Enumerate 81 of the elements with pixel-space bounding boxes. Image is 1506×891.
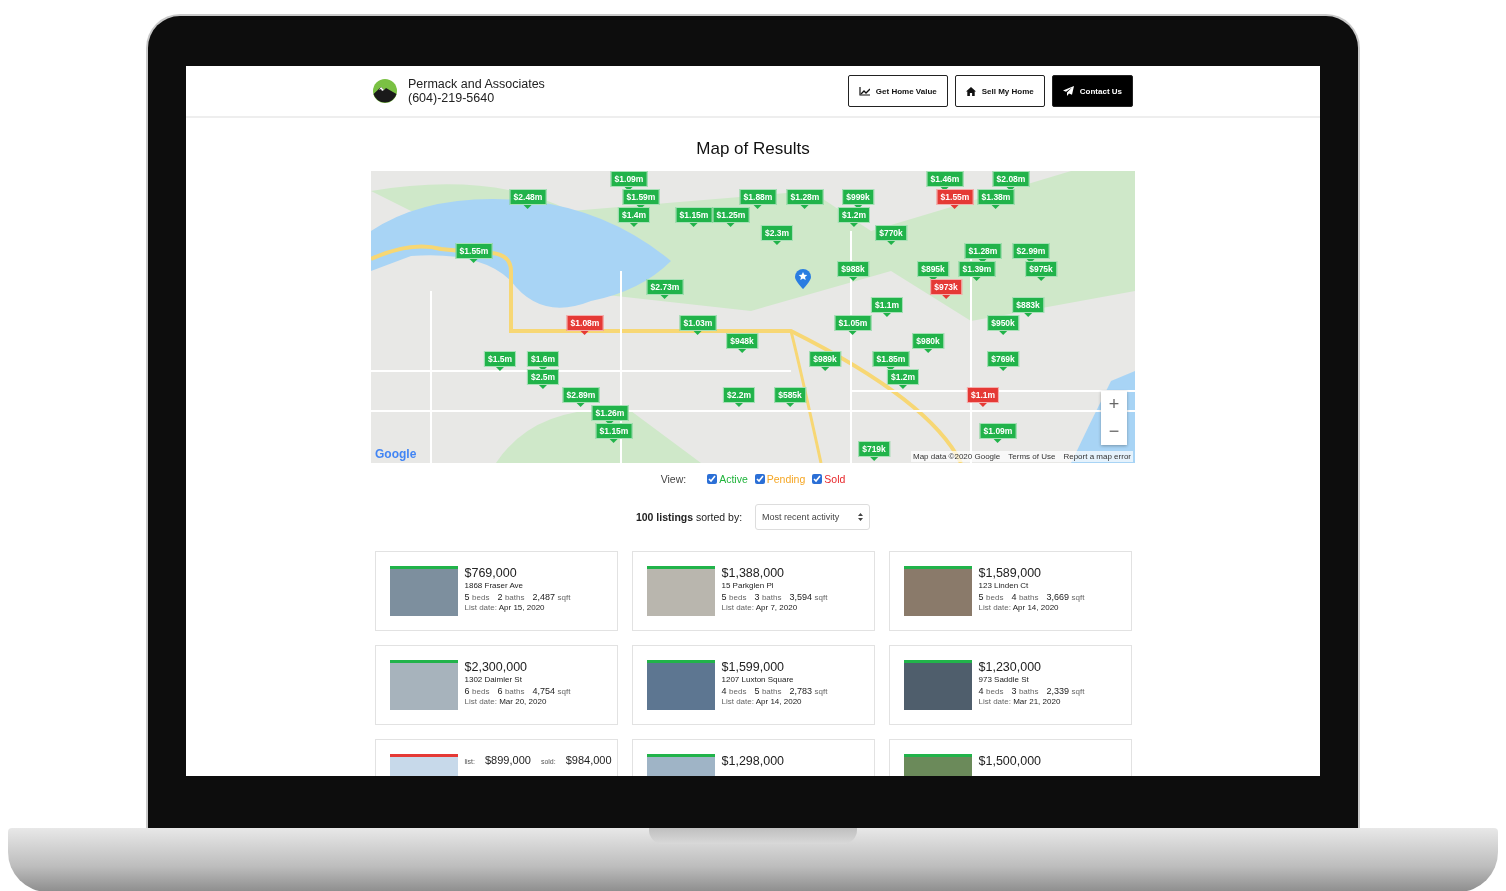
listing-price: $899,000	[485, 754, 531, 766]
listing-stat: 5 beds	[464, 592, 490, 602]
listing-price: $1,230,000	[978, 660, 1043, 674]
listing-card[interactable]: $1,589,000 123 Linden Ct 5 beds 4 baths 3,669 sqft List date: Apr 14, 2020	[888, 551, 1132, 631]
list-date: List date: Apr 14, 2020	[978, 603, 1060, 612]
list-date: List date: Mar 21, 2020	[978, 697, 1062, 706]
sort-label: 100 listings sorted by:	[635, 511, 743, 523]
sort-dropdown[interactable]: Most recent activity	[755, 504, 871, 530]
listing-price: $1,298,000	[721, 754, 785, 768]
listing-stat: 3 baths	[754, 592, 782, 602]
location-marker-icon	[795, 269, 811, 289]
map-link[interactable]: Report a map error	[1063, 452, 1131, 461]
home-icon	[965, 86, 976, 96]
list-date: List date: Apr 14, 2020	[721, 697, 803, 706]
listing-stat: 4 baths	[1011, 592, 1039, 602]
listing-card[interactable]: $1,230,000 973 Saddle St 4 beds 3 baths 2,339 sqft List date: Mar 21, 2020	[888, 645, 1132, 725]
filter-label: Pending	[766, 473, 806, 485]
listing-stat: 3,669 sqft	[1046, 592, 1085, 602]
listing-stat: 2,339 sqft	[1046, 686, 1085, 696]
photo-placeholder	[389, 566, 458, 616]
phone-number: (604)-219-5640	[408, 91, 496, 105]
listing-card[interactable]: $1,500,000	[888, 739, 1132, 776]
listing-stat: 4 beds	[721, 686, 747, 696]
listing-stat: 4 beds	[978, 686, 1004, 696]
listing-address: 973 Saddle St	[978, 675, 1030, 684]
listing-address: 1868 Fraser Ave	[464, 581, 525, 590]
filter-label: Active	[719, 473, 748, 485]
listing-address: 123 Linden Ct	[978, 581, 1030, 590]
listing-card[interactable]: $1,388,000 15 Parkglen Pl 5 beds 3 baths 3,594 sqft List date: Apr 7, 2020	[631, 551, 875, 631]
photo-placeholder	[903, 566, 972, 616]
list-date: List date: Mar 20, 2020	[464, 697, 548, 706]
photo-placeholder	[903, 660, 972, 710]
listing-card[interactable]: $1,298,000	[631, 739, 875, 776]
page-title: Map of Results	[695, 139, 811, 159]
listing-price: $769,000	[464, 566, 518, 580]
mountain-logo-icon	[373, 79, 397, 103]
listing-stat: 2 baths	[497, 592, 525, 602]
listing-stat: 4,754 sqft	[532, 686, 571, 696]
listing-stat: 2,783 sqft	[789, 686, 828, 696]
listing-price: $1,589,000	[978, 566, 1043, 580]
sort-caret-icon	[858, 513, 864, 521]
listing-card[interactable]: $769,000 1868 Fraser Ave 5 beds 2 baths 2,487 sqft List date: Apr 15, 2020	[374, 551, 618, 631]
listing-price: $1,500,000	[978, 754, 1042, 768]
listing-stat: 6 beds	[464, 686, 490, 696]
listing-price: $2,300,000	[464, 660, 529, 674]
filter-checkbox[interactable]	[707, 474, 718, 484]
nav-button[interactable]: Get Home Value	[847, 75, 948, 107]
listing-address: 1302 Daimler St	[464, 675, 523, 684]
listing-stat: 3 baths	[1011, 686, 1039, 696]
nav-button[interactable]: Sell My Home	[954, 75, 1045, 107]
nav-button[interactable]: Contact Us	[1051, 75, 1133, 107]
photo-placeholder	[646, 660, 715, 710]
filter-checkbox[interactable]	[812, 474, 823, 484]
list-date: List date: Apr 7, 2020	[721, 603, 799, 612]
listing-stat: 3,594 sqft	[789, 592, 828, 602]
filter-checkbox[interactable]	[754, 474, 765, 484]
listing-address: 1207 Luxton Square	[721, 675, 795, 684]
listing-address: 15 Parkglen Pl	[721, 581, 775, 590]
listing-price: $1,599,000	[721, 660, 786, 674]
chart-icon	[858, 86, 870, 96]
brand-name: Permack and Associates	[408, 77, 545, 91]
map-link[interactable]: Terms of Use	[1008, 452, 1056, 461]
photo-placeholder	[389, 660, 458, 710]
zoom-button[interactable]: −	[1101, 418, 1127, 445]
list-date: List date: Apr 15, 2020	[464, 603, 546, 612]
listing-price: $1,388,000	[721, 566, 786, 580]
listing-card[interactable]: $1,599,000 1207 Luxton Square 4 beds 5 baths 2,783 sqft List date: Apr 14, 2020	[631, 645, 875, 725]
map-logo: Google	[375, 447, 417, 461]
filter-label: Sold	[824, 473, 846, 485]
map-attribution: Map data ©2020 Google	[913, 452, 1001, 461]
listing-stat: 5 beds	[978, 592, 1004, 602]
listing-stat: 5 baths	[754, 686, 782, 696]
listing-stat: 5 beds	[721, 592, 747, 602]
paper-plane-icon	[1062, 86, 1074, 96]
view-label: View:	[660, 473, 687, 485]
listing-price: $984,000	[565, 754, 612, 766]
listing-stat: 6 baths	[497, 686, 525, 696]
photo-placeholder	[646, 566, 715, 616]
zoom-button[interactable]: +	[1101, 391, 1127, 418]
listing-stat: 2,487 sqft	[532, 592, 571, 602]
listing-card[interactable]: $2,300,000 1302 Daimler St 6 beds 6 baths 4,754 sqft List date: Mar 20, 2020	[374, 645, 618, 725]
